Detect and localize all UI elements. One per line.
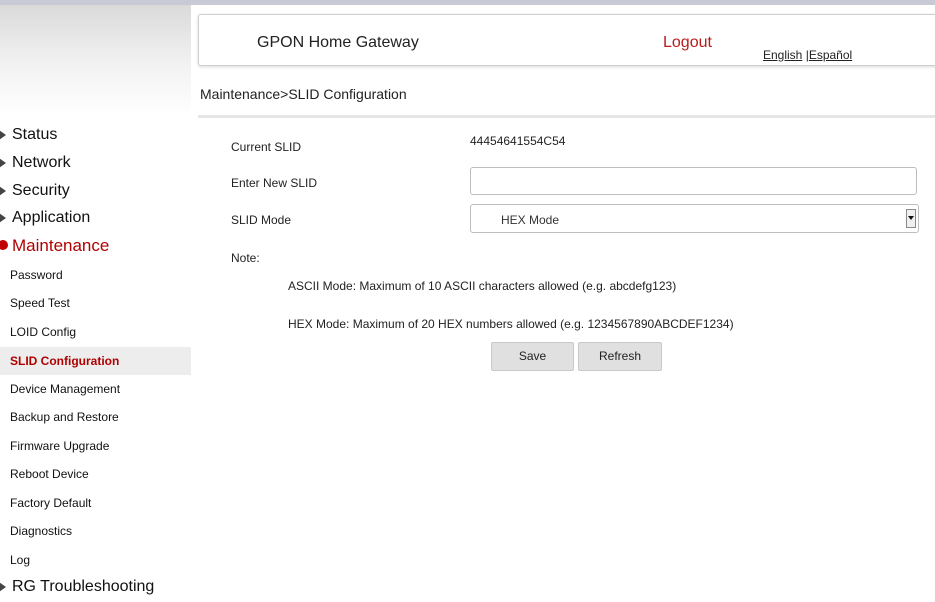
sidebar-item-password[interactable]: Password bbox=[10, 268, 63, 282]
expand-arrow-icon bbox=[0, 186, 6, 196]
chevron-down-icon bbox=[908, 216, 914, 220]
current-slid-value: 44454641554C54 bbox=[470, 134, 566, 148]
language-switcher: English |Español bbox=[763, 48, 852, 62]
expand-arrow-icon bbox=[0, 130, 6, 140]
slid-mode-label: SLID Mode bbox=[231, 213, 292, 227]
sidebar-item-factory-default[interactable]: Factory Default bbox=[10, 496, 91, 510]
active-bullet-icon bbox=[0, 240, 8, 250]
sidebar-item-reboot-device[interactable]: Reboot Device bbox=[10, 467, 89, 481]
new-slid-input[interactable] bbox=[470, 167, 917, 195]
sidebar-item-backup-restore[interactable]: Backup and Restore bbox=[10, 410, 119, 424]
sidebar-header-gradient bbox=[0, 5, 191, 115]
slid-mode-selected-value: HEX Mode bbox=[501, 213, 560, 227]
nav-category-label: Status bbox=[12, 126, 58, 143]
note-hex-text: HEX Mode: Maximum of 20 HEX numbers allo… bbox=[288, 317, 734, 331]
refresh-button[interactable]: Refresh bbox=[578, 342, 662, 371]
logout-link[interactable]: Logout bbox=[663, 34, 712, 52]
sidebar-item-device-management[interactable]: Device Management bbox=[10, 382, 120, 396]
language-spanish-link[interactable]: Español bbox=[809, 48, 852, 62]
sidebar-item-loid-config[interactable]: LOID Config bbox=[10, 325, 76, 339]
nav-category-status[interactable]: Status bbox=[0, 126, 58, 144]
nav-category-label: Network bbox=[12, 154, 71, 171]
sidebar-item-log[interactable]: Log bbox=[10, 553, 30, 567]
nav-category-maintenance[interactable]: Maintenance bbox=[0, 236, 110, 256]
content-divider bbox=[198, 115, 935, 118]
expand-arrow-icon bbox=[0, 213, 6, 223]
sidebar-item-firmware-upgrade[interactable]: Firmware Upgrade bbox=[10, 439, 109, 453]
sidebar-item-diagnostics[interactable]: Diagnostics bbox=[10, 524, 72, 538]
sidebar-item-speed-test[interactable]: Speed Test bbox=[10, 296, 70, 310]
save-button[interactable]: Save bbox=[491, 342, 574, 371]
expand-arrow-icon bbox=[0, 582, 6, 592]
nav-category-label: RG Troubleshooting bbox=[12, 578, 155, 595]
note-label: Note: bbox=[231, 251, 260, 265]
current-slid-label: Current SLID bbox=[231, 140, 302, 154]
slid-mode-select[interactable]: HEX Mode bbox=[470, 204, 919, 233]
nav-category-rg-troubleshooting[interactable]: RG Troubleshooting bbox=[0, 578, 155, 596]
nav-category-label: Application bbox=[12, 209, 91, 226]
sidebar-item-slid-configuration[interactable]: SLID Configuration bbox=[0, 347, 191, 375]
dropdown-arrow-button[interactable] bbox=[906, 209, 916, 228]
expand-arrow-icon bbox=[0, 158, 6, 168]
nav-category-application[interactable]: Application bbox=[0, 209, 91, 227]
nav-category-label: Security bbox=[12, 182, 70, 199]
nav-category-security[interactable]: Security bbox=[0, 182, 70, 200]
new-slid-label: Enter New SLID bbox=[231, 176, 318, 190]
header-bar: GPON Home Gateway Logout English |Españo… bbox=[198, 14, 935, 66]
language-english-link[interactable]: English bbox=[763, 48, 802, 62]
breadcrumb: Maintenance>SLID Configuration bbox=[200, 86, 407, 102]
note-ascii-text: ASCII Mode: Maximum of 10 ASCII characte… bbox=[288, 279, 677, 293]
app-title: GPON Home Gateway bbox=[257, 34, 419, 51]
nav-category-network[interactable]: Network bbox=[0, 154, 71, 172]
nav-category-label: Maintenance bbox=[12, 236, 110, 255]
